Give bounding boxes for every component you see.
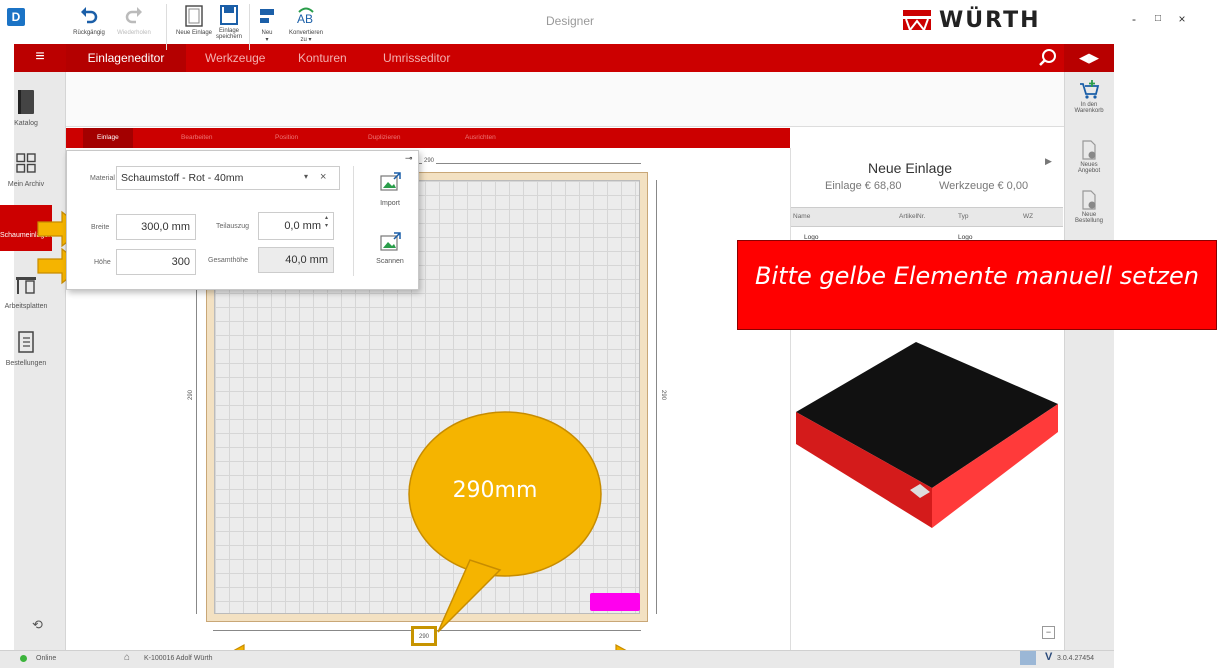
popover-divider <box>353 166 354 276</box>
designer-window: D Designer WÜRTH - □ × ≡ Einlageneditor … <box>0 0 1217 668</box>
online-status-dot <box>20 655 27 662</box>
order-doc-icon <box>1082 190 1096 210</box>
cart-label-2: Warenkorb <box>1074 108 1104 114</box>
annotation-banner-text: Bitte gelbe Elemente manuell setzen <box>755 262 1199 290</box>
image-scan-icon <box>380 232 401 251</box>
offer-label-2: Angebot <box>1077 168 1101 174</box>
teilauszug-label: Teilauszug <box>216 223 250 230</box>
version-label: 3.0.4.27454 <box>1057 655 1094 662</box>
gesamthoehe-value: 40,0 mm <box>258 247 334 273</box>
minus-icon[interactable]: − <box>1042 626 1055 639</box>
chat-icon[interactable] <box>1020 651 1036 665</box>
breite-label: Breite <box>91 224 110 231</box>
tools-price: Werkzeuge € 0,00 <box>939 180 1029 192</box>
insert-price: Einlage € 68,80 <box>825 180 902 192</box>
home-icon[interactable]: ⌂ <box>124 652 130 663</box>
gesamthoehe-label: Gesamthöhe <box>208 257 249 264</box>
column-wz[interactable]: WZ <box>1023 213 1033 220</box>
panel-title: Neue Einlage <box>867 160 953 176</box>
chevron-down-icon[interactable]: ▾ <box>304 172 308 181</box>
close-icon[interactable]: × <box>320 171 326 183</box>
order-label-2: Bestellung <box>1074 218 1104 224</box>
annotation-bubble-text: 290mm <box>452 478 538 503</box>
breite-input[interactable]: 300,0 mm <box>116 214 196 240</box>
column-artikelnr[interactable]: ArtikelNr. <box>899 213 925 220</box>
hoehe-input[interactable]: 300 <box>116 249 196 275</box>
import-label: Import <box>380 200 400 207</box>
panel-expand-icon[interactable]: ▶ <box>1045 156 1052 167</box>
material-label: Material <box>90 175 115 182</box>
teilauszug-input[interactable]: 0,0 mm <box>258 212 334 240</box>
new-offer-button[interactable]: Neues Angebot <box>1064 140 1114 180</box>
add-to-cart-button[interactable]: In den Warenkorb <box>1064 80 1114 126</box>
image-import-icon <box>380 172 401 191</box>
stepper-icon[interactable]: ▴ ▾ <box>325 214 328 230</box>
column-typ[interactable]: Typ <box>958 213 968 220</box>
new-order-button[interactable]: Neue Bestellung <box>1064 190 1114 230</box>
column-name[interactable]: Name <box>793 213 810 220</box>
scan-label: Scannen <box>376 258 404 265</box>
foam-3d-preview <box>796 342 1058 528</box>
online-status-label: Online <box>36 655 57 662</box>
pin-icon[interactable]: ⊸ <box>405 153 413 164</box>
offer-doc-icon <box>1082 140 1096 160</box>
hoehe-label: Höhe <box>94 259 111 266</box>
user-label: K-100016 Adolf Würth <box>144 655 213 662</box>
scan-button[interactable]: Scannen <box>362 232 418 265</box>
cart-icon <box>1080 80 1100 99</box>
import-button[interactable]: Import <box>362 172 418 207</box>
dimension-bottom-label: 290 <box>411 626 437 646</box>
version-logo-icon: V <box>1045 651 1053 663</box>
